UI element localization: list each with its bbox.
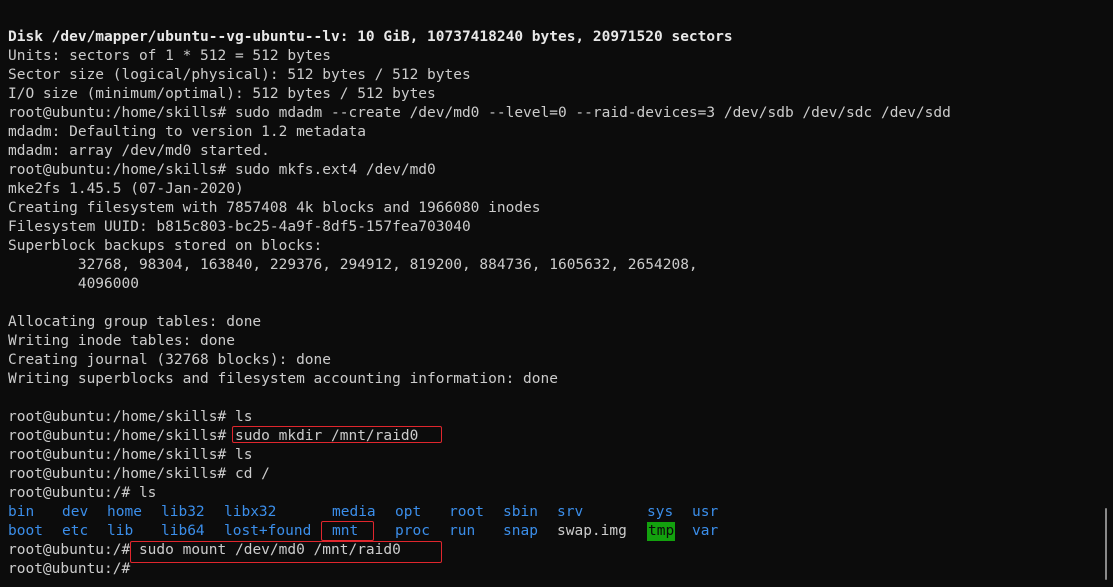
- terminal-line: root@ubuntu:/# ls: [8, 485, 157, 501]
- ls-entry-file: swap.img: [557, 523, 627, 539]
- ls-entry-dir: run: [449, 523, 476, 539]
- shell-prompt: root@ubuntu:/#: [8, 561, 139, 577]
- terminal-line: root@ubuntu:/home/skills# ls: [8, 447, 253, 463]
- ls-entry-dir: var: [692, 523, 719, 539]
- ls-output-row: bin dev home lib32 libx32 media opt root sbin srv…: [8, 503, 1097, 522]
- mount-command: sudo mount /dev/md0 /mnt/raid0: [138, 542, 401, 558]
- terminal-output[interactable]: Disk /dev/mapper/ubuntu--vg-ubuntu--lv: …: [8, 28, 1097, 579]
- ls-output-row: boot etc lib lib64 lost+found mnt proc run snap s…: [8, 522, 1097, 541]
- terminal-line: I/O size (minimum/optimal): 512 bytes / …: [8, 86, 436, 102]
- ls-entry-dir: sbin: [503, 504, 538, 520]
- terminal-line: mdadm: array /dev/md0 started.: [8, 143, 270, 159]
- ls-entry-dir: snap: [503, 523, 538, 539]
- ls-entry-dir: lost+found: [224, 523, 312, 539]
- mkdir-command-line: root@ubuntu:/home/skills# sudo mkdir /mn…: [8, 428, 419, 444]
- ls-entry-dir: boot: [8, 523, 43, 539]
- ls-entry-dir: bin: [8, 504, 35, 520]
- terminal-line: mdadm: Defaulting to version 1.2 metadat…: [8, 124, 366, 140]
- ls-entry-dir: media: [332, 504, 376, 520]
- terminal-line: root@ubuntu:/home/skills# sudo mdadm --c…: [8, 105, 951, 121]
- terminal-line: Filesystem UUID: b815c803-bc25-4a9f-8df5…: [8, 219, 471, 235]
- terminal-line: root@ubuntu:/home/skills# ls: [8, 409, 253, 425]
- ls-entry-dir: sys: [647, 504, 674, 520]
- ls-entry-dir: root: [449, 504, 484, 520]
- current-prompt-line[interactable]: root@ubuntu:/#: [8, 560, 1097, 579]
- ls-entry-dir: usr: [692, 504, 719, 520]
- terminal-line: root@ubuntu:/home/skills# cd /: [8, 466, 270, 482]
- ls-entry-dir: lib32: [161, 504, 205, 520]
- terminal-line: 32768, 98304, 163840, 229376, 294912, 81…: [8, 257, 698, 273]
- terminal-line: root@ubuntu:/home/skills# sudo mkfs.ext4…: [8, 162, 436, 178]
- terminal-line: Allocating group tables: done: [8, 314, 262, 330]
- scrollbar-thumb[interactable]: [1105, 508, 1107, 580]
- terminal-line: 4096000: [8, 276, 139, 292]
- ls-entry-dir: opt: [395, 504, 422, 520]
- terminal-line: mke2fs 1.45.5 (07-Jan-2020): [8, 181, 244, 197]
- terminal-line: Writing superblocks and filesystem accou…: [8, 371, 558, 387]
- terminal-line: Superblock backups stored on blocks:: [8, 238, 323, 254]
- terminal-line: Writing inode tables: done: [8, 333, 235, 349]
- ls-entry-dir: lib: [107, 523, 134, 539]
- ls-entry-sticky-dir: tmp: [647, 522, 676, 541]
- ls-entry-dir: dev: [62, 504, 89, 520]
- ls-entry-dir: srv: [557, 504, 584, 520]
- ls-entry-dir: lib64: [161, 523, 205, 539]
- ls-entry-dir: mnt: [332, 523, 359, 539]
- terminal-line: Disk /dev/mapper/ubuntu--vg-ubuntu--lv: …: [8, 29, 733, 45]
- terminal-line: Creating journal (32768 blocks): done: [8, 352, 332, 368]
- shell-prompt: root@ubuntu:/#: [8, 542, 139, 558]
- ls-entry-dir: home: [107, 504, 142, 520]
- ls-entry-dir: libx32: [224, 504, 277, 520]
- ls-entry-dir: proc: [395, 523, 430, 539]
- terminal-line: Creating filesystem with 7857408 4k bloc…: [8, 200, 541, 216]
- terminal-line: Sector size (logical/physical): 512 byte…: [8, 67, 471, 83]
- terminal-line: Units: sectors of 1 * 512 = 512 bytes: [8, 48, 332, 64]
- ls-entry-dir: etc: [62, 523, 89, 539]
- mount-command-line: root@ubuntu:/# sudo mount /dev/md0 /mnt/…: [8, 541, 1097, 560]
